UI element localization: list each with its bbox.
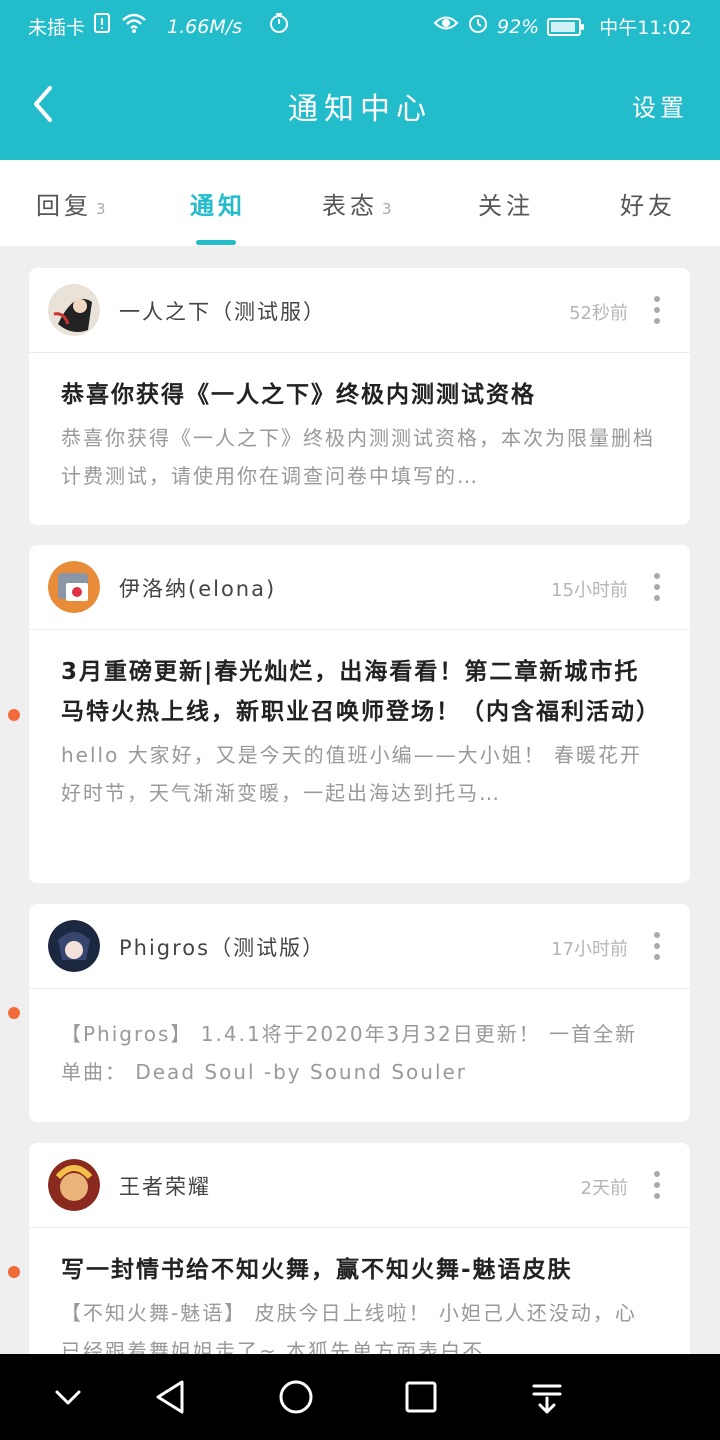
recents-square-icon — [405, 1381, 437, 1413]
notification-card[interactable]: 一人之下（测试服） 52秒前 恭喜你获得《一人之下》终极内测测试资格 恭喜你获得… — [29, 268, 690, 525]
tab-label: 通知 — [190, 192, 246, 220]
card-desc: 【不知火舞-魅语】 皮肤今日上线啦！ 小妲己人还没动，心已经跟着舞姐姐走了~ 本… — [61, 1301, 637, 1354]
top-header: 未插卡 1.66M/s 92% 中午11:02 通知中心 设置 — [0, 0, 720, 160]
tab-notifications[interactable]: 通知 — [190, 186, 246, 221]
more-dot-icon — [654, 954, 660, 960]
more-dot-icon — [654, 296, 660, 302]
tab-reactions[interactable]: 表态 3 — [322, 186, 392, 221]
notification-card[interactable]: 王者荣耀 2天前 写一封情书给不知火舞，赢不知火舞-魅语皮肤 【不知火舞-魅语】… — [29, 1143, 690, 1354]
avatar[interactable] — [48, 561, 100, 613]
card-desc: 恭喜你获得《一人之下》终极内测测试资格，本次为限量删档计费测试，请使用你在调查问… — [61, 426, 655, 488]
network-speed: 1.66M/s — [167, 15, 243, 38]
card-source[interactable]: 一人之下（测试服） — [119, 296, 326, 326]
tab-bar: 回复 3 通知 表态 3 关注 好友 — [0, 160, 720, 246]
tab-friends[interactable]: 好友 — [620, 186, 676, 221]
card-title: 写一封情书给不知火舞，赢不知火舞-魅语皮肤 — [61, 1257, 573, 1283]
card-source[interactable]: 王者荣耀 — [119, 1171, 211, 1201]
more-dot-icon — [654, 1182, 660, 1188]
settings-button[interactable]: 设置 — [632, 88, 688, 123]
card-source[interactable]: Phigros（测试版） — [119, 932, 325, 962]
card-source[interactable]: 伊洛纳(elona) — [119, 573, 276, 603]
battery-icon — [547, 17, 585, 36]
collapse-nav-button[interactable] — [43, 1372, 93, 1422]
chevron-down-icon — [55, 1390, 81, 1405]
card-header: 一人之下（测试服） 52秒前 — [29, 268, 690, 353]
card-header: 伊洛纳(elona) 15小时前 — [29, 545, 690, 630]
tab-count: 3 — [382, 200, 392, 218]
battery-percent: 92% — [497, 15, 540, 38]
card-header: Phigros（测试版） 17小时前 — [29, 904, 690, 989]
nav-recents-button[interactable] — [396, 1372, 446, 1422]
unread-dot — [8, 709, 20, 721]
more-button[interactable] — [650, 1171, 664, 1199]
tab-label: 回复 — [36, 192, 92, 220]
avatar[interactable] — [48, 284, 100, 336]
avatar[interactable] — [48, 1159, 100, 1211]
more-dot-icon — [654, 573, 660, 579]
card-body[interactable]: 【Phigros】 1.4.1将于2020年3月32日更新！ 一首全新单曲： D… — [29, 989, 690, 1091]
unread-dot — [8, 1266, 20, 1278]
tab-replies[interactable]: 回复 3 — [36, 186, 106, 221]
more-dot-icon — [654, 1171, 660, 1177]
notification-card[interactable]: 伊洛纳(elona) 15小时前 3月重磅更新|春光灿烂，出海看看！第二章新城市… — [29, 545, 690, 883]
card-body[interactable]: 写一封情书给不知火舞，赢不知火舞-魅语皮肤 【不知火舞-魅语】 皮肤今日上线啦！… — [29, 1228, 690, 1354]
more-button[interactable] — [650, 296, 664, 324]
sim-alert-icon — [93, 12, 113, 41]
tab-label: 关注 — [478, 192, 534, 220]
back-triangle-icon — [156, 1380, 184, 1414]
more-dot-icon — [654, 943, 660, 949]
unread-dot — [8, 1007, 20, 1019]
system-nav-bar — [0, 1354, 720, 1440]
navbar: 通知中心 设置 — [0, 60, 720, 148]
more-dot-icon — [654, 1193, 660, 1199]
card-desc: 【Phigros】 1.4.1将于2020年3月32日更新！ 一首全新单曲： D… — [61, 1022, 638, 1084]
card-title: 恭喜你获得《一人之下》终极内测测试资格 — [61, 382, 536, 408]
card-time: 52秒前 — [569, 303, 628, 324]
card-time: 15小时前 — [551, 580, 628, 601]
card-time: 2天前 — [580, 1178, 628, 1199]
more-dot-icon — [654, 584, 660, 590]
tab-count: 3 — [96, 200, 106, 218]
eye-icon — [433, 12, 459, 41]
more-dot-icon — [654, 307, 660, 313]
status-bar: 未插卡 1.66M/s 92% 中午11:02 — [0, 0, 720, 52]
tab-label: 好友 — [620, 192, 676, 220]
card-title: 3月重磅更新|春光灿烂，出海看看！第二章新城市托马特火热上线，新职业召唤师登场！… — [61, 659, 661, 725]
home-circle-icon — [279, 1380, 313, 1414]
more-button[interactable] — [650, 932, 664, 960]
timer-icon — [268, 12, 290, 41]
notification-list[interactable]: 一人之下（测试服） 52秒前 恭喜你获得《一人之下》终极内测测试资格 恭喜你获得… — [0, 246, 720, 1354]
card-header: 王者荣耀 2天前 — [29, 1143, 690, 1228]
clock: 中午11:02 — [599, 17, 692, 39]
alarm-icon — [467, 12, 489, 41]
card-body[interactable]: 恭喜你获得《一人之下》终极内测测试资格 恭喜你获得《一人之下》终极内测测试资格，… — [29, 353, 690, 495]
notification-card[interactable]: Phigros（测试版） 17小时前 【Phigros】 1.4.1将于2020… — [29, 904, 690, 1122]
tab-label: 表态 — [322, 192, 378, 220]
tab-following[interactable]: 关注 — [478, 186, 534, 221]
more-dot-icon — [654, 932, 660, 938]
card-time: 17小时前 — [551, 939, 628, 960]
active-tab-indicator — [196, 240, 236, 245]
page-title: 通知中心 — [288, 92, 432, 127]
more-dot-icon — [654, 318, 660, 324]
card-body[interactable]: 3月重磅更新|春光灿烂，出海看看！第二章新城市托马特火热上线，新职业召唤师登场！… — [29, 630, 690, 812]
carrier-text: 未插卡 — [28, 17, 86, 39]
avatar[interactable] — [48, 920, 100, 972]
notification-pull-icon — [532, 1384, 562, 1414]
notification-pull-button[interactable] — [522, 1372, 572, 1422]
card-desc: hello 大家好，又是今天的值班小编——大小姐！ 春暖花开好时节，天气渐渐变暖… — [61, 743, 643, 805]
nav-back-button[interactable] — [146, 1372, 196, 1422]
more-button[interactable] — [650, 573, 664, 601]
wifi-icon — [121, 12, 147, 41]
nav-home-button[interactable] — [271, 1372, 321, 1422]
more-dot-icon — [654, 595, 660, 601]
